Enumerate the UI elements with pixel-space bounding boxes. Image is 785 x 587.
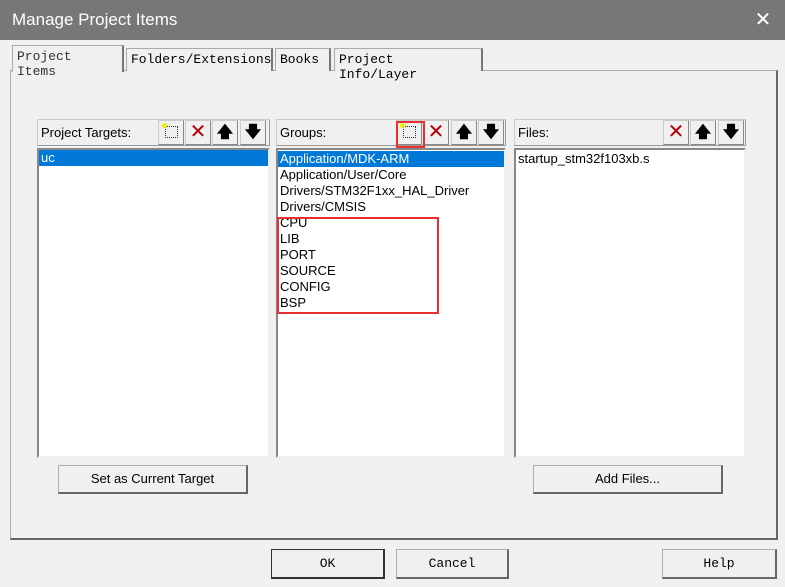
button-label: Add Files... <box>594 471 661 486</box>
move-down-file-button[interactable]: 🡇 <box>718 120 744 145</box>
arrow-down-icon: 🡇 <box>244 124 262 141</box>
close-icon[interactable]: ✕ <box>748 6 778 34</box>
list-item[interactable]: uc <box>39 150 268 166</box>
arrow-down-icon: 🡇 <box>722 124 740 141</box>
add-files-button[interactable]: Add Files... <box>533 465 723 494</box>
arrow-up-icon: 🡅 <box>455 124 473 141</box>
set-current-target-button[interactable]: Set as Current Target <box>58 465 248 494</box>
window-title: Manage Project Items <box>12 10 178 29</box>
targets-label: Project Targets: <box>41 125 132 140</box>
highlight-box <box>277 217 439 314</box>
delete-target-button[interactable]: ✕ <box>185 120 211 145</box>
tab-project-items[interactable]: Project Items <box>12 45 124 79</box>
list-item[interactable]: Drivers/CMSIS <box>278 199 504 215</box>
arrow-up-icon: 🡅 <box>694 124 712 141</box>
button-label: Set as Current Target <box>90 471 215 486</box>
list-item[interactable]: Application/MDK-ARM <box>278 151 504 167</box>
tab-books[interactable]: Books <box>275 48 331 71</box>
help-button[interactable]: Help <box>662 549 777 579</box>
arrow-down-icon: 🡇 <box>482 124 500 141</box>
list-item[interactable]: startup_stm32f103xb.s <box>516 151 744 167</box>
tab-label: Folders/Extensions <box>131 52 272 67</box>
button-label: OK <box>319 556 336 571</box>
move-up-group-button[interactable]: 🡅 <box>451 120 477 145</box>
new-icon <box>161 123 178 138</box>
highlight-box <box>396 121 425 148</box>
new-target-button[interactable] <box>158 120 184 145</box>
ok-button[interactable]: OK <box>271 549 385 579</box>
tab-label: Project Info/Layer <box>339 52 418 82</box>
files-label: Files: <box>518 125 550 140</box>
move-up-target-button[interactable]: 🡅 <box>212 120 238 145</box>
arrow-up-icon: 🡅 <box>216 124 234 141</box>
delete-group-button[interactable]: ✕ <box>423 120 449 145</box>
delete-file-button[interactable]: ✕ <box>663 120 689 145</box>
tab-label: Books <box>280 52 320 67</box>
move-down-target-button[interactable]: 🡇 <box>240 120 266 145</box>
groups-label: Groups: <box>280 125 327 140</box>
button-label: Cancel <box>428 556 476 571</box>
title-bar: Manage Project Items <box>0 0 785 40</box>
move-up-file-button[interactable]: 🡅 <box>690 120 716 145</box>
button-label: Help <box>703 556 735 571</box>
targets-list[interactable]: uc <box>37 148 270 458</box>
tab-project-info-layer[interactable]: Project Info/Layer <box>334 48 483 82</box>
delete-icon: ✕ <box>667 121 685 143</box>
list-item[interactable]: Application/User/Core <box>278 167 504 183</box>
delete-icon: ✕ <box>427 121 445 143</box>
list-item[interactable]: Drivers/STM32F1xx_HAL_Driver <box>278 183 504 199</box>
files-list[interactable]: startup_stm32f103xb.s <box>514 148 746 458</box>
delete-icon: ✕ <box>189 121 207 143</box>
cancel-button[interactable]: Cancel <box>396 549 509 579</box>
tab-folders-extensions[interactable]: Folders/Extensions <box>126 48 273 71</box>
move-down-group-button[interactable]: 🡇 <box>478 120 504 145</box>
